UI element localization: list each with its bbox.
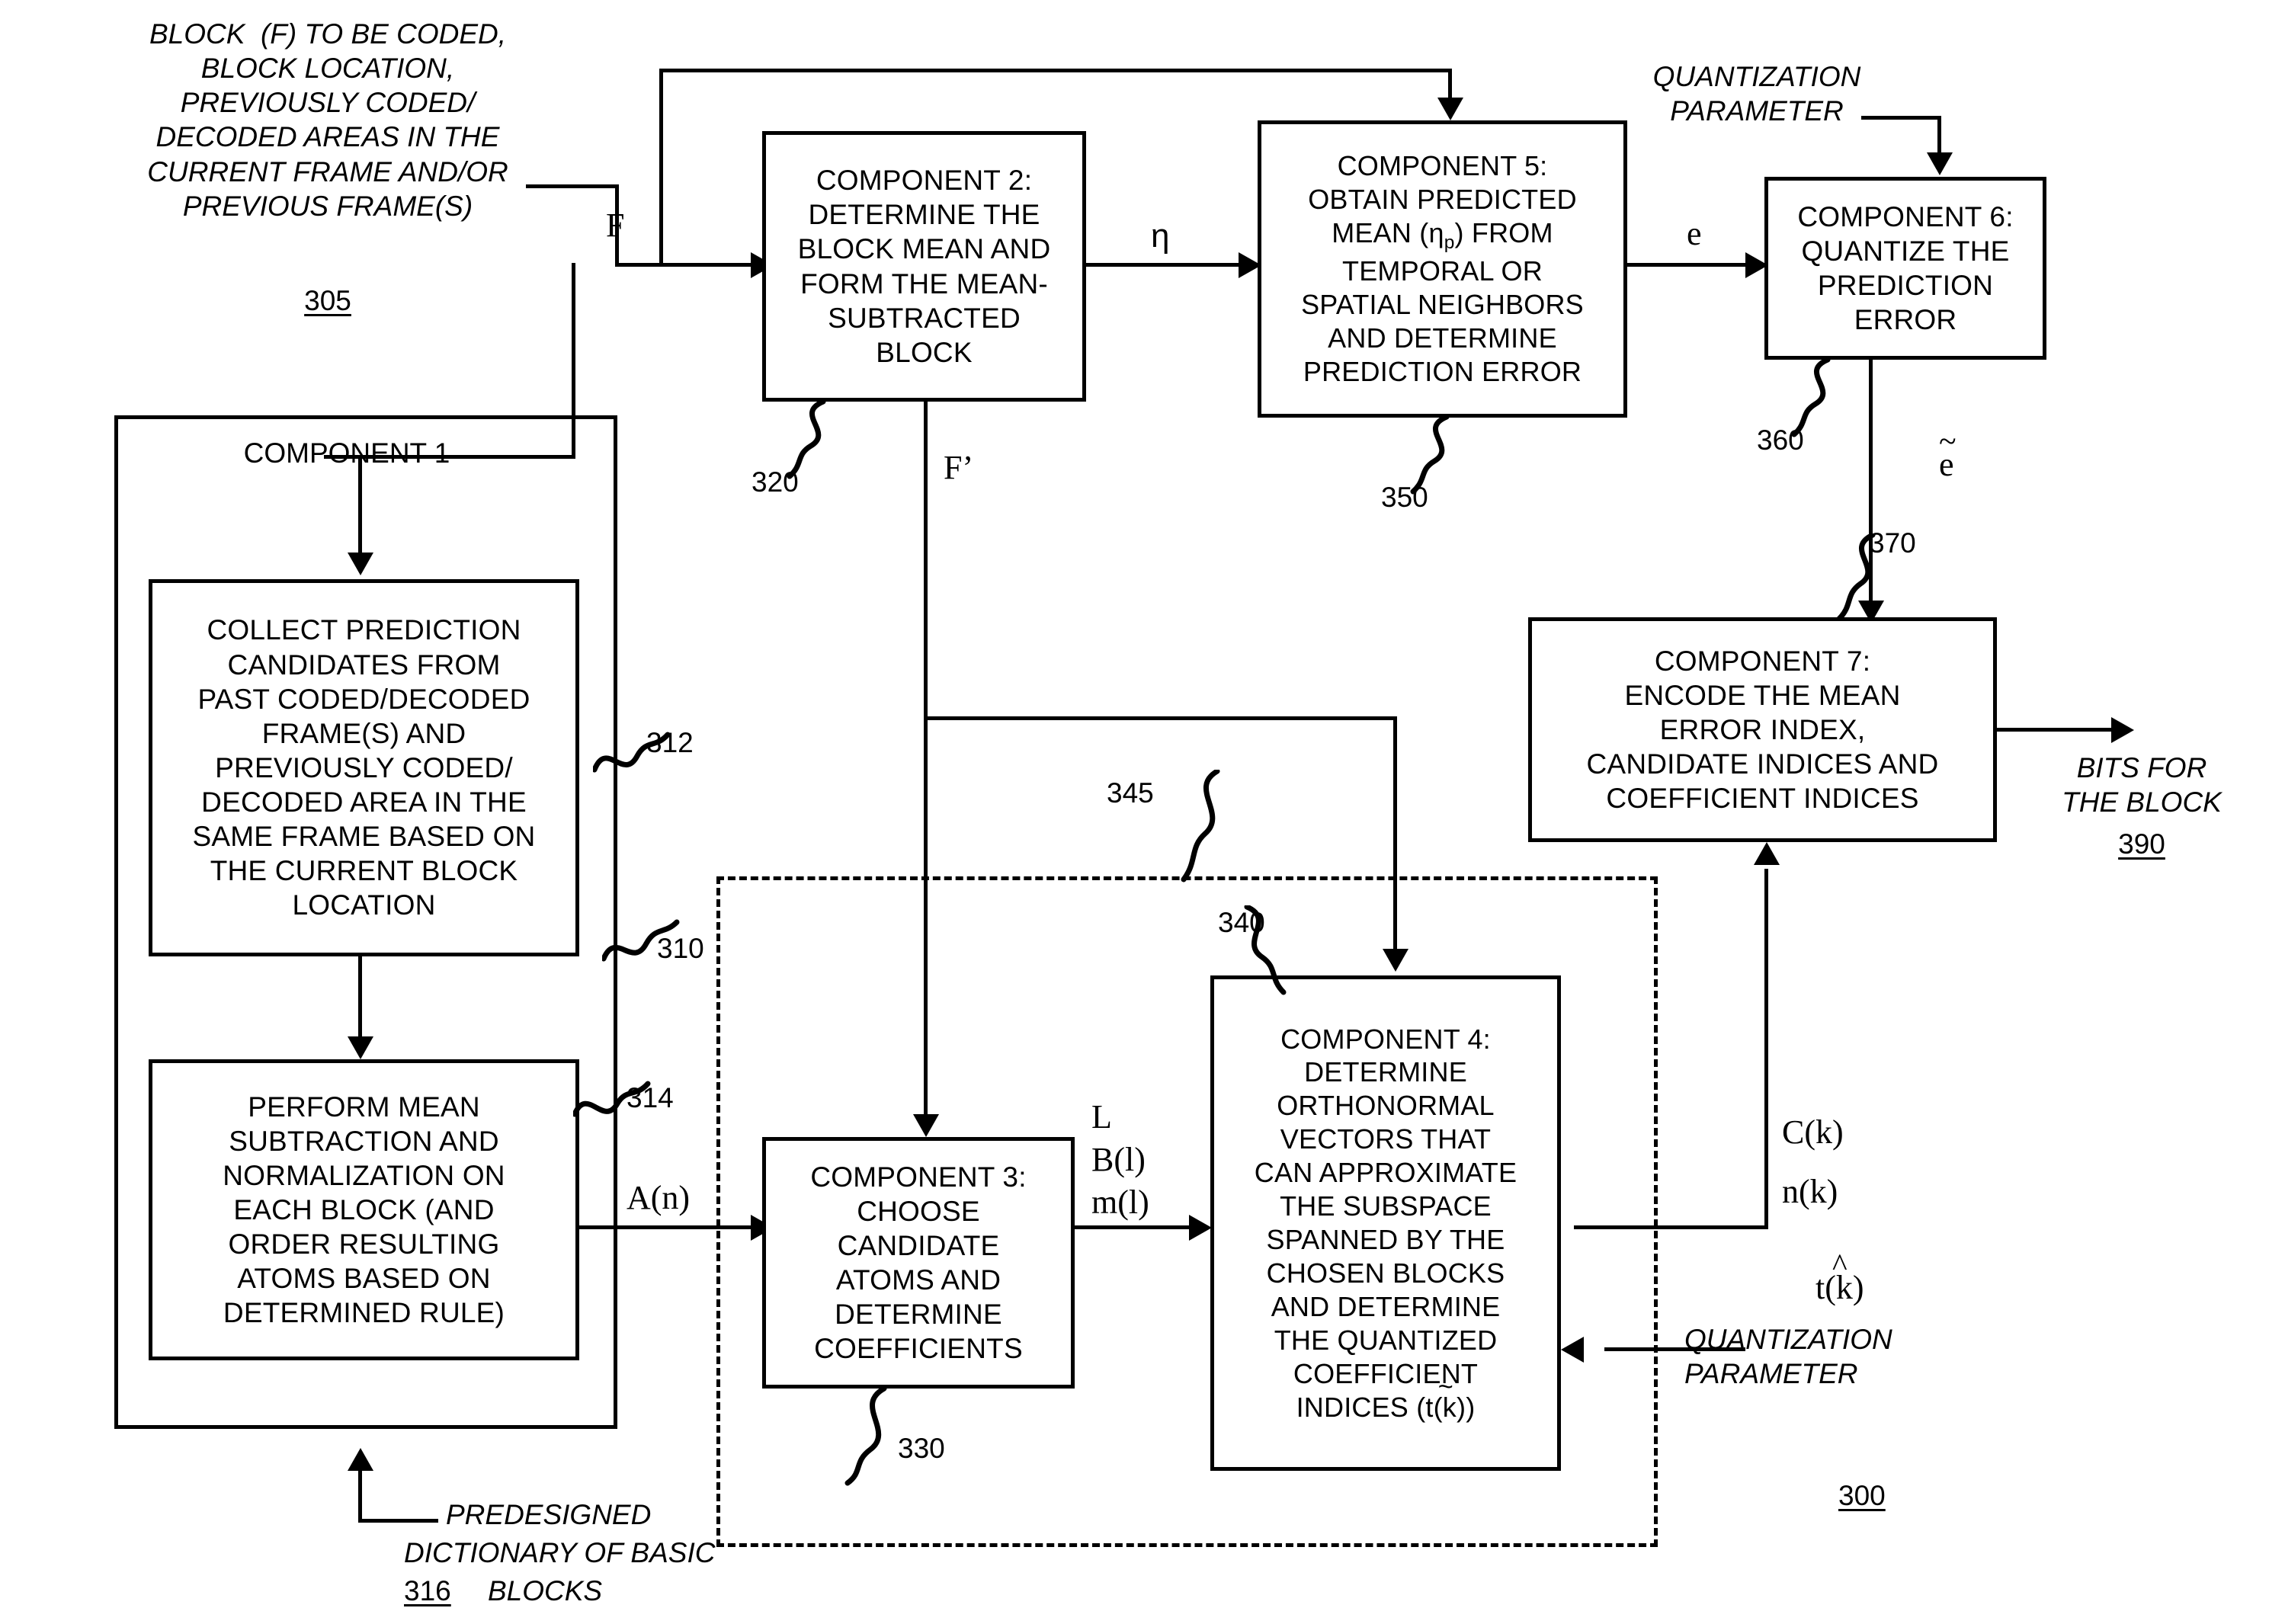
component5-eta-subscript: p (1444, 232, 1455, 254)
box-perform-mean-subtraction-text: PERFORM MEAN SUBTRACTION AND NORMALIZATI… (223, 1091, 505, 1329)
ref-350: 350 (1381, 482, 1428, 513)
box-component6: COMPONENT 6: QUANTIZE THE PREDICTION ERR… (1764, 177, 2046, 360)
figure-canvas: BLOCK (F) TO BE CODED, BLOCK LOCATION, P… (0, 0, 2285, 1624)
component5-line7: PREDICTION ERROR (1303, 355, 1582, 387)
dictionary-label-line3: BLOCKS (488, 1575, 603, 1606)
box-component7-text: COMPONENT 7: ENCODE THE MEAN ERROR INDEX… (1586, 645, 1939, 815)
bits-for-block-label: BITS FOR THE BLOCK (2062, 752, 2222, 818)
arrow-top-feedback-into-component5 (1437, 98, 1463, 120)
connector-top-feedback-vertical-left (659, 69, 663, 265)
connector-eta (1086, 263, 1258, 267)
arrow-dictionary-into-mean (348, 1448, 373, 1471)
box-component3-text: COMPONENT 3: CHOOSE CANDIDATE ATOMS AND … (810, 1161, 1027, 1365)
box-component2-text: COMPONENT 2: DETERMINE THE BLOCK MEAN AN… (797, 165, 1051, 368)
dictionary-label-line1: PREDESIGNED (446, 1499, 652, 1530)
connector-input-to-F (526, 184, 619, 188)
component5-line1: COMPONENT 5: (1337, 150, 1548, 182)
arrow-qp-bottom-into-component4 (1561, 1337, 1584, 1363)
connector-coefficients-vertical (1764, 869, 1768, 1227)
ref-340: 340 (1218, 907, 1265, 938)
component5-line3a: MEAN (η (1332, 217, 1444, 249)
ref-314: 314 (627, 1082, 674, 1113)
component1-title: COMPONENT 1 (243, 437, 450, 469)
connector-top-feedback-horizontal (659, 69, 1452, 72)
box-component5: COMPONENT 5: OBTAIN PREDICTED MEAN (ηp) … (1258, 120, 1627, 418)
input-block-description: BLOCK (F) TO BE CODED, BLOCK LOCATION, P… (147, 18, 508, 222)
ref-330: 330 (898, 1433, 945, 1464)
connector-e (1627, 263, 1764, 267)
ref-310: 310 (657, 933, 704, 964)
box-component4-text: COMPONENT 4: DETERMINE ORTHONORMAL VECTO… (1254, 1023, 1517, 1423)
component5-line3: MEAN (ηp) FROM (1301, 216, 1584, 255)
box-component4-text-after: ) (1466, 1391, 1476, 1423)
box-component4: COMPONENT 4: DETERMINE ORTHONORMAL VECTO… (1210, 975, 1561, 1471)
ref-316: 316 (404, 1575, 451, 1606)
connector-qp-top-horizontal (1861, 116, 1941, 120)
component5-line4: TEMPORAL OR (1342, 255, 1543, 287)
connector-top-feedback-vertical-right (1448, 69, 1452, 101)
box-component6-text: COMPONENT 6: QUANTIZE THE PREDICTION ERR… (1797, 200, 2014, 336)
connector-bits-out (1997, 728, 2130, 732)
dictionary-label-line2: DICTIONARY OF BASIC (404, 1537, 716, 1568)
ref-330-leader (832, 1385, 901, 1490)
arrow-collect-to-mean (348, 1036, 373, 1059)
connector-Fprime-branch-horizontal (924, 716, 1396, 720)
signal-label-F: F (606, 207, 625, 244)
ref-345: 345 (1107, 777, 1154, 809)
signal-label-eta: η (1151, 217, 1170, 255)
signal-label-nk: n(k) (1782, 1173, 1838, 1210)
ref-300: 300 (1838, 1480, 1886, 1511)
signal-label-Bl: B(l) (1091, 1141, 1146, 1178)
arrow-Fprime-into-component4 (1383, 949, 1408, 972)
quantization-parameter-bottom-label: QUANTIZATION PARAMETER (1684, 1324, 1892, 1390)
ref-345-leader (1170, 768, 1231, 888)
component5-line3b: ) FROM (1454, 217, 1553, 249)
component5-line2: OBTAIN PREDICTED (1308, 184, 1577, 216)
box-component2: COMPONENT 2: DETERMINE THE BLOCK MEAN AN… (762, 131, 1086, 402)
box-perform-mean-subtraction: PERFORM MEAN SUBTRACTION AND NORMALIZATI… (149, 1059, 579, 1360)
connector-qp-top-vertical (1937, 116, 1941, 155)
signal-label-L: L (1091, 1098, 1112, 1136)
box-collect-candidates: COLLECT PREDICTION CANDIDATES FROM PAST … (149, 579, 579, 956)
component5-line5: SPATIAL NEIGHBORS (1301, 289, 1584, 321)
that-accent: ^ (1832, 1248, 1848, 1284)
ref-370: 370 (1869, 527, 1916, 559)
arrow-qp-top-into-component6 (1927, 152, 1953, 175)
ref-390: 390 (2118, 828, 2165, 860)
connector-Fprime-branch-vertical (1393, 716, 1397, 949)
component4-tilde-accent: ~ (1437, 1373, 1453, 1402)
ref-305: 305 (304, 285, 351, 316)
ref-320: 320 (752, 466, 799, 498)
etilde-accent: ~ (1939, 424, 1957, 460)
signal-label-An: A(n) (627, 1179, 691, 1216)
box-component3: COMPONENT 3: CHOOSE CANDIDATE ATOMS AND … (762, 1137, 1075, 1389)
connector-L-Bl-ml (1075, 1225, 1208, 1229)
connector-dictionary-vertical (358, 1471, 362, 1523)
signal-label-ml: m(l) (1091, 1184, 1149, 1221)
signal-label-Fprime: F’ (944, 449, 974, 486)
signal-label-etilde: ~ e (1905, 410, 1957, 521)
quantization-parameter-top-label: QUANTIZATION PARAMETER (1652, 61, 1861, 127)
arrow-bits-out (2111, 717, 2134, 743)
arrow-coefficients-into-component7 (1754, 842, 1780, 865)
signal-label-Ck: C(k) (1782, 1113, 1844, 1151)
ref-360: 360 (1757, 424, 1804, 456)
connector-F-to-component2 (615, 263, 764, 267)
box-component7: COMPONENT 7: ENCODE THE MEAN ERROR INDEX… (1528, 617, 1997, 842)
connector-dictionary-horizontal (358, 1519, 438, 1523)
component5-line6: AND DETERMINE (1328, 322, 1557, 354)
ref-312: 312 (646, 727, 694, 758)
arrow-into-component4 (1189, 1215, 1212, 1241)
box-collect-candidates-text: COLLECT PREDICTION CANDIDATES FROM PAST … (192, 614, 536, 921)
signal-label-e: e (1687, 215, 1702, 252)
